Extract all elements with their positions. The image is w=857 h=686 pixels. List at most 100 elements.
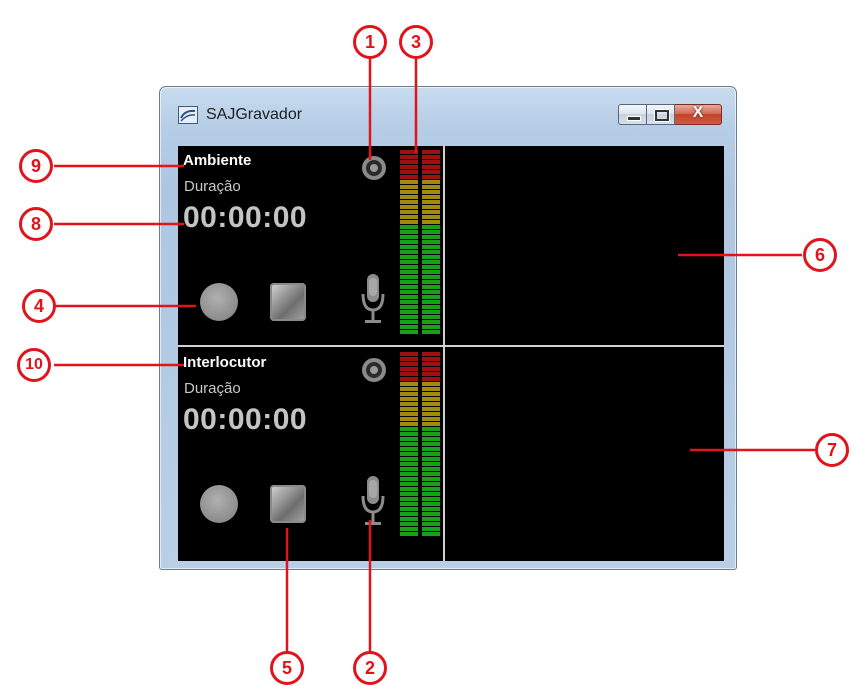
vu-segment bbox=[422, 210, 440, 214]
vu-segment bbox=[422, 230, 440, 234]
stop-button[interactable] bbox=[270, 485, 306, 523]
vu-segment bbox=[400, 522, 418, 526]
vu-segment bbox=[400, 357, 418, 361]
vu-segment bbox=[400, 290, 418, 294]
vu-segment bbox=[422, 512, 440, 516]
vu-segment bbox=[400, 260, 418, 264]
vu-segment bbox=[400, 225, 418, 229]
minimize-icon bbox=[627, 116, 641, 121]
vu-segment bbox=[422, 407, 440, 411]
vu-segment bbox=[422, 300, 440, 304]
vu-segment bbox=[422, 417, 440, 421]
caption-buttons: X bbox=[618, 104, 722, 125]
vu-segment bbox=[422, 437, 440, 441]
vu-segment bbox=[422, 175, 440, 179]
vu-segment bbox=[400, 330, 418, 334]
vu-segment bbox=[422, 402, 440, 406]
vu-segment bbox=[422, 250, 440, 254]
window-title: SAJGravador bbox=[206, 106, 303, 123]
vu-segment bbox=[400, 320, 418, 324]
close-button[interactable]: X bbox=[675, 104, 722, 125]
vu-segment bbox=[422, 497, 440, 501]
vu-segment bbox=[400, 437, 418, 441]
callout-3: 3 bbox=[399, 25, 433, 59]
stop-button[interactable] bbox=[270, 283, 306, 321]
duration-timer: 00:00:00 bbox=[183, 201, 308, 234]
vu-segment bbox=[422, 492, 440, 496]
vu-segment bbox=[400, 240, 418, 244]
vu-segment bbox=[422, 447, 440, 451]
vu-segment bbox=[400, 372, 418, 376]
vu-segment bbox=[400, 185, 418, 189]
microphone-icon[interactable] bbox=[360, 476, 386, 528]
vu-segment bbox=[422, 487, 440, 491]
duration-label: Duração bbox=[184, 178, 241, 195]
callout-2: 2 bbox=[353, 651, 387, 685]
vu-segment bbox=[400, 382, 418, 386]
record-button[interactable] bbox=[200, 283, 238, 321]
vu-segment bbox=[422, 160, 440, 164]
vu-segment bbox=[422, 285, 440, 289]
vu-segment bbox=[422, 507, 440, 511]
vu-segment bbox=[400, 325, 418, 329]
vu-segment bbox=[422, 155, 440, 159]
vu-segment bbox=[400, 295, 418, 299]
vu-segment bbox=[422, 240, 440, 244]
waveform-display-interlocutor bbox=[447, 348, 724, 544]
vu-segment bbox=[400, 477, 418, 481]
channel-name: Interlocutor bbox=[183, 354, 267, 371]
vu-segment bbox=[400, 155, 418, 159]
vu-segment bbox=[400, 315, 418, 319]
record-button[interactable] bbox=[200, 485, 238, 523]
callout-7: 7 bbox=[815, 433, 849, 467]
vu-segment bbox=[422, 325, 440, 329]
recorder-client-area: Ambiente Duração 00:00:00 Interlocutor D… bbox=[178, 146, 724, 561]
vu-segment bbox=[422, 205, 440, 209]
vu-segment bbox=[422, 225, 440, 229]
minimize-button[interactable] bbox=[618, 104, 647, 125]
vu-segment bbox=[400, 195, 418, 199]
vu-segment bbox=[422, 457, 440, 461]
vu-segment bbox=[400, 412, 418, 416]
vu-segment bbox=[422, 305, 440, 309]
vu-segment bbox=[400, 467, 418, 471]
vu-segment bbox=[400, 255, 418, 259]
vu-segment bbox=[422, 170, 440, 174]
vu-segment bbox=[400, 487, 418, 491]
maximize-icon bbox=[655, 110, 669, 121]
vu-segment bbox=[400, 387, 418, 391]
vu-segment bbox=[400, 275, 418, 279]
vu-segment bbox=[400, 165, 418, 169]
vu-segment bbox=[400, 215, 418, 219]
vu-segment bbox=[400, 517, 418, 521]
microphone-icon[interactable] bbox=[360, 274, 386, 326]
vu-segment bbox=[400, 352, 418, 356]
vu-segment bbox=[422, 150, 440, 154]
vu-segment bbox=[422, 165, 440, 169]
maximize-button[interactable] bbox=[647, 104, 675, 125]
vu-segment bbox=[422, 275, 440, 279]
vu-segment bbox=[422, 195, 440, 199]
callout-6: 6 bbox=[803, 238, 837, 272]
vu-segment bbox=[400, 502, 418, 506]
vu-segment bbox=[422, 382, 440, 386]
speaker-ring-icon[interactable] bbox=[361, 357, 387, 383]
vu-segment bbox=[422, 245, 440, 249]
vu-segment bbox=[422, 432, 440, 436]
vu-segment bbox=[422, 477, 440, 481]
vu-segment bbox=[400, 230, 418, 234]
vu-segment bbox=[422, 235, 440, 239]
vu-segment bbox=[400, 170, 418, 174]
close-icon: X bbox=[692, 104, 704, 121]
vu-segment bbox=[422, 185, 440, 189]
vu-segment bbox=[400, 427, 418, 431]
vu-segment bbox=[422, 527, 440, 531]
vu-segment bbox=[400, 200, 418, 204]
speaker-ring-icon[interactable] bbox=[361, 155, 387, 181]
callout-1: 1 bbox=[353, 25, 387, 59]
vu-segment bbox=[400, 422, 418, 426]
title-bar[interactable]: SAJGravador X bbox=[160, 87, 736, 127]
vu-segment bbox=[422, 532, 440, 536]
vu-segment bbox=[400, 175, 418, 179]
vu-segment bbox=[400, 190, 418, 194]
